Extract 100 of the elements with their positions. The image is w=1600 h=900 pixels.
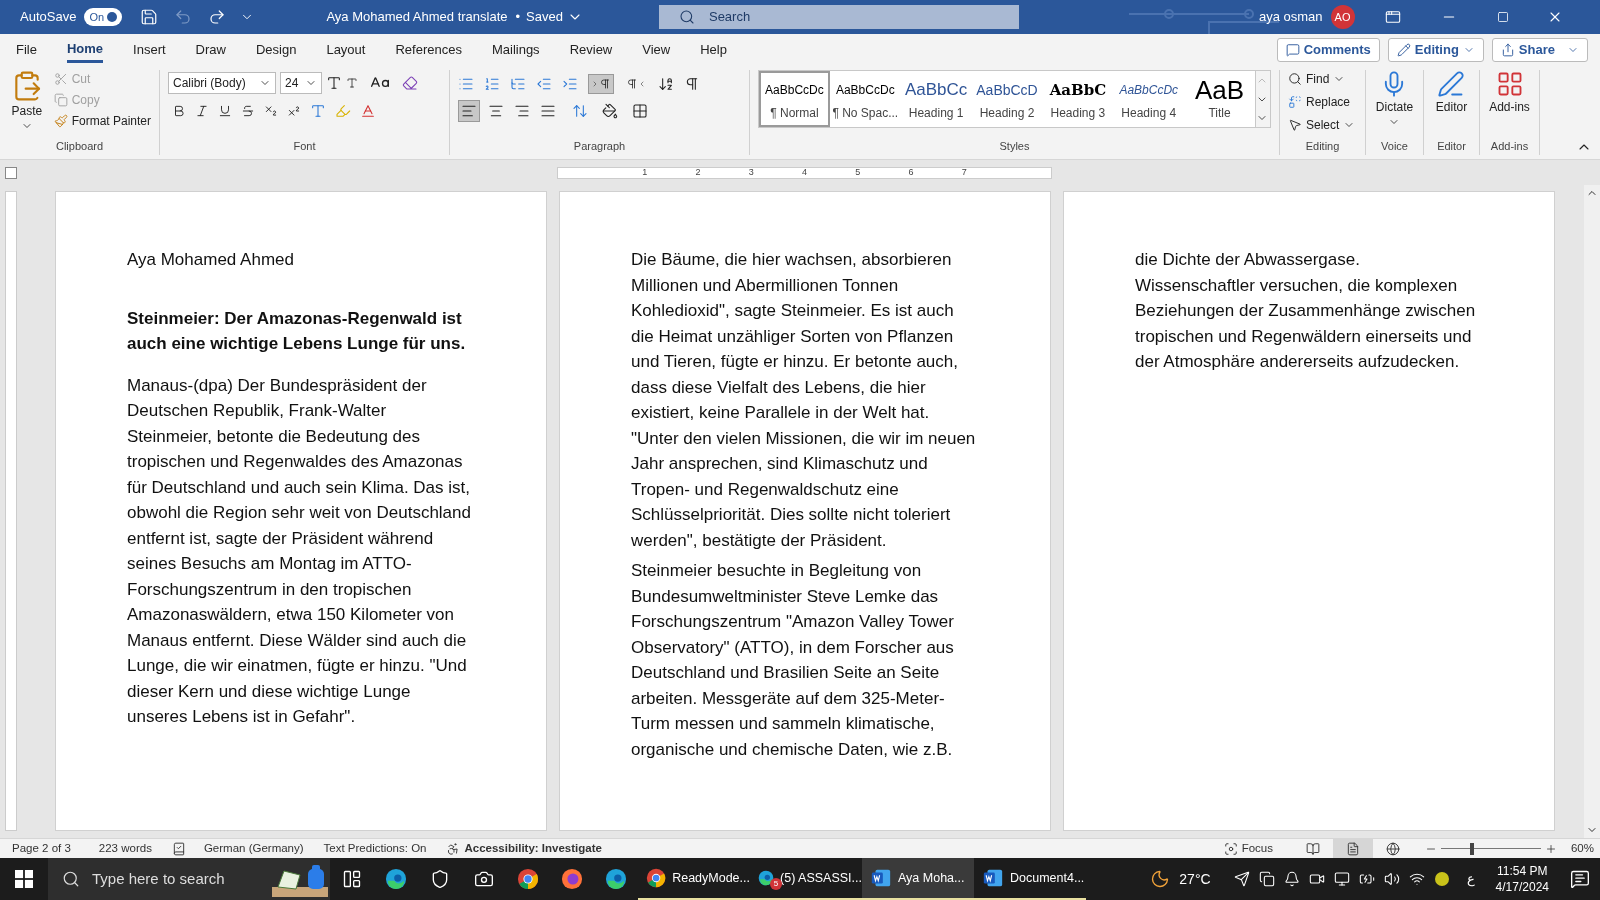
taskbar-window-button[interactable]: Aya Moha...: [862, 858, 974, 900]
paste-button[interactable]: Paste: [8, 70, 46, 137]
format-painter-button[interactable]: Format Painter: [53, 112, 151, 130]
search-field[interactable]: Search: [658, 5, 1019, 29]
menu-tab[interactable]: References: [395, 37, 462, 63]
style-item[interactable]: AaBbCcD Heading 2: [971, 71, 1043, 127]
page-count[interactable]: Page 2 of 3: [12, 839, 71, 858]
save-status[interactable]: Saved: [526, 7, 583, 27]
comments-button[interactable]: Comments: [1276, 38, 1380, 62]
underline-icon[interactable]: [218, 104, 232, 118]
restore-icon[interactable]: [1496, 11, 1509, 23]
menu-tab[interactable]: Draw: [195, 37, 226, 63]
view-button[interactable]: [1332, 839, 1373, 858]
increase-indent-icon[interactable]: [562, 76, 578, 92]
add-ins-button[interactable]: Add-ins: [1489, 70, 1530, 116]
menu-tab[interactable]: Design: [255, 37, 297, 63]
user-avatar[interactable]: AO: [1330, 5, 1355, 29]
numbering-icon[interactable]: [484, 76, 500, 92]
multilevel-list-icon[interactable]: [510, 76, 526, 92]
menu-tab[interactable]: Review: [569, 37, 613, 63]
menu-tab[interactable]: Insert: [133, 37, 166, 63]
video-icon[interactable]: [1308, 871, 1325, 887]
text-predictions-status[interactable]: Text Predictions: On: [323, 839, 427, 858]
style-item[interactable]: AaB Title: [1184, 71, 1255, 127]
strikethrough-icon[interactable]: [241, 104, 255, 118]
pilcrow-icon[interactable]: [684, 76, 700, 92]
sort-icon[interactable]: [658, 76, 674, 92]
grow-font-icon[interactable]: [326, 75, 342, 91]
text-direction-button[interactable]: [588, 74, 614, 94]
font-size-field[interactable]: 24: [280, 72, 322, 94]
style-item[interactable]: AaBbCcDc ¶ No Spac...: [829, 71, 901, 127]
menu-tab[interactable]: File: [16, 37, 37, 63]
menu-tab[interactable]: Layout: [326, 37, 366, 63]
style-item[interactable]: AaBbC Heading 3: [1042, 71, 1114, 127]
redo-icon[interactable]: [208, 8, 227, 26]
scrollbar[interactable]: [1584, 185, 1600, 838]
proofing-icon[interactable]: [171, 841, 186, 856]
clock-time[interactable]: 11:54 PM: [1497, 863, 1548, 879]
font-color-icon[interactable]: [360, 103, 376, 119]
input-language[interactable]: ع: [1466, 869, 1475, 889]
volume-icon[interactable]: [1383, 871, 1400, 887]
zoom-slider-thumb[interactable]: [1469, 842, 1474, 855]
camera-icon[interactable]: [474, 869, 494, 889]
focus-button[interactable]: Focus: [1223, 839, 1273, 858]
shrink-font-icon[interactable]: [346, 77, 358, 89]
style-item[interactable]: AaBbCcDc Heading 4: [1113, 71, 1185, 127]
network-icon[interactable]: [1408, 871, 1425, 887]
superscript-icon[interactable]: [287, 104, 301, 118]
windows-icon[interactable]: [15, 870, 33, 888]
zoom-in-icon[interactable]: [1544, 842, 1557, 855]
send-icon[interactable]: [1233, 871, 1250, 887]
font-name-field[interactable]: Calibri (Body): [168, 72, 276, 94]
align-button[interactable]: [458, 100, 480, 122]
clear-formatting-icon[interactable]: [402, 75, 418, 91]
select-button[interactable]: Select: [1288, 116, 1357, 134]
notifications-icon[interactable]: [1570, 869, 1590, 889]
bold-icon[interactable]: [172, 104, 186, 118]
menu-tab[interactable]: Mailings: [491, 37, 540, 63]
save-icon[interactable]: [140, 8, 159, 26]
document-title[interactable]: Aya Mohamed Ahmed translate: [326, 7, 508, 27]
bell-icon[interactable]: [1283, 871, 1300, 887]
shading-icon[interactable]: [602, 103, 618, 119]
style-item[interactable]: AaBbCcDc ¶ Normal: [759, 71, 830, 127]
autosave-toggle[interactable]: On: [84, 8, 123, 26]
clock-date[interactable]: 4/17/2024: [1495, 879, 1549, 895]
editor-button[interactable]: Editor: [1435, 70, 1468, 116]
menu-tab[interactable]: Home: [66, 37, 104, 63]
subscript-icon[interactable]: [264, 104, 278, 118]
weather-temperature[interactable]: 27°C: [1179, 868, 1211, 890]
accessibility-status[interactable]: Accessibility: Investigate: [464, 839, 602, 858]
word-count[interactable]: 223 words: [98, 839, 152, 858]
taskbar-window-button[interactable]: ReadyMode...: [638, 858, 750, 900]
taskbar-search-field[interactable]: Type here to search: [48, 858, 330, 900]
accessibility-icon[interactable]: [446, 841, 461, 856]
italic-icon[interactable]: [195, 104, 209, 118]
language-status[interactable]: German (Germany): [203, 839, 304, 858]
user-name[interactable]: aya osman: [1258, 7, 1323, 27]
ribbon-display-icon[interactable]: [1384, 9, 1401, 25]
replace-button[interactable]: Replace: [1288, 93, 1357, 111]
menu-tab[interactable]: View: [642, 37, 671, 63]
find-button[interactable]: Find: [1288, 70, 1357, 88]
text-effects-icon[interactable]: [310, 103, 326, 119]
decrease-indent-icon[interactable]: [536, 76, 552, 92]
zoom-level[interactable]: 60%: [1570, 839, 1594, 858]
line-spacing-icon[interactable]: [572, 103, 588, 119]
bullets-icon[interactable]: [458, 76, 474, 92]
tab-selector[interactable]: [5, 166, 17, 179]
shield-icon[interactable]: [430, 869, 450, 889]
copy-icon[interactable]: [1258, 871, 1275, 887]
taskbar-window-button[interactable]: Document4...: [974, 858, 1086, 900]
share-button[interactable]: Share: [1491, 38, 1588, 62]
style-item[interactable]: AaBbCc Heading 1: [900, 71, 972, 127]
editing-button[interactable]: Editing: [1387, 38, 1484, 62]
status-dot-icon[interactable]: [1433, 871, 1450, 887]
task-view-icon[interactable]: [342, 869, 362, 889]
borders-icon[interactable]: [632, 103, 648, 119]
menu-tab[interactable]: Help: [700, 37, 727, 63]
dictate-button[interactable]: Dictate: [1375, 70, 1414, 128]
monitor-icon[interactable]: [1333, 871, 1350, 887]
battery-icon[interactable]: [1358, 871, 1375, 887]
